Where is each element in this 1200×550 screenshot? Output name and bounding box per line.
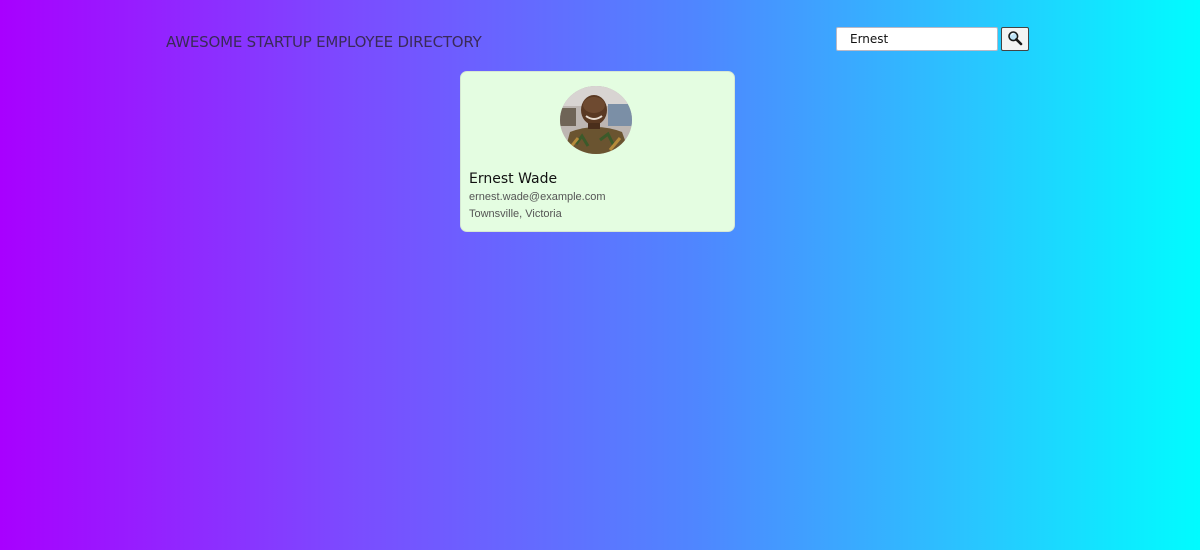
employee-email: ernest.wade@example.com	[469, 191, 606, 203]
search-input[interactable]	[836, 27, 998, 51]
employee-avatar	[560, 86, 632, 154]
search-button[interactable]	[1001, 27, 1029, 51]
magnifier-icon	[1007, 30, 1023, 49]
employee-location: Townsville, Victoria	[469, 208, 562, 220]
search-form	[836, 27, 1029, 51]
employee-name: Ernest Wade	[469, 171, 558, 187]
page-title: AWESOME STARTUP EMPLOYEE DIRECTORY	[166, 33, 482, 51]
employee-card[interactable]: Ernest Wade ernest.wade@example.com Town…	[460, 71, 735, 232]
